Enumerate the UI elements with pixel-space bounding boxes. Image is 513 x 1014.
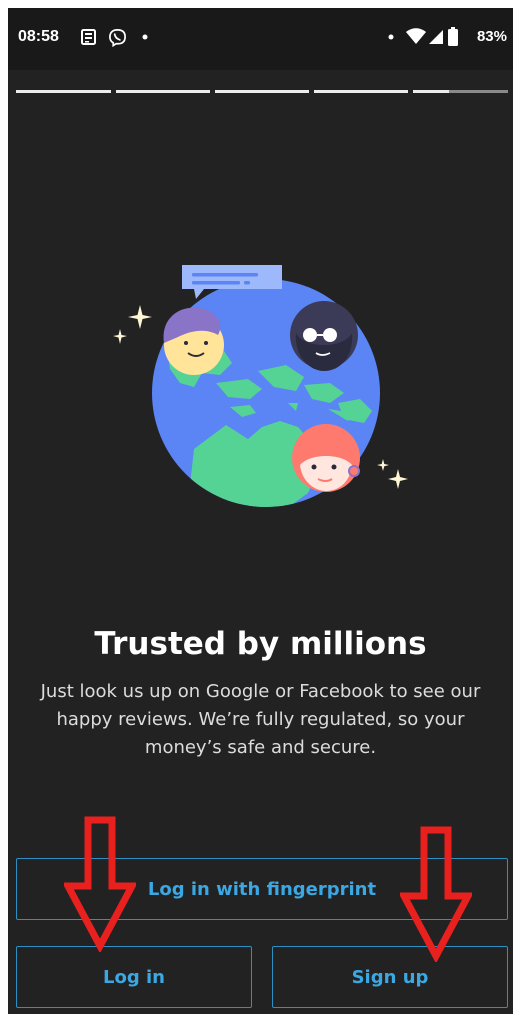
- progress-segment: [116, 90, 210, 93]
- progress-segment: [215, 90, 309, 93]
- status-bar: 08:58 83%: [8, 8, 513, 70]
- battery-icon: [448, 27, 458, 46]
- login-button[interactable]: Log in: [16, 946, 252, 1008]
- signup-button[interactable]: Sign up: [272, 946, 508, 1008]
- avatar-woman: [292, 424, 360, 492]
- viber-icon: [109, 29, 126, 47]
- wifi-icon: [406, 28, 426, 44]
- avatar-man: [163, 307, 224, 375]
- battery-percentage: 83%: [476, 28, 507, 45]
- progress-segment-current: [413, 90, 508, 93]
- headline: Trusted by millions: [94, 626, 427, 662]
- progress-segment: [314, 90, 408, 93]
- globe-illustration: [113, 265, 408, 507]
- annotation-arrow-left: [64, 816, 136, 952]
- dot-icon: [142, 34, 148, 40]
- body-text: Just look us up on Google or Facebook to…: [40, 681, 481, 758]
- onboarding-progress: [16, 90, 508, 94]
- signal-icon: [429, 30, 443, 44]
- dot-icon: [388, 34, 394, 40]
- status-time: 08:58: [18, 28, 59, 45]
- annotation-arrow-right: [400, 826, 472, 962]
- progress-segment: [16, 90, 111, 93]
- news-icon: [81, 29, 96, 45]
- phone-screen: 08:58 83% Trusted by millions Just look …: [8, 8, 513, 1014]
